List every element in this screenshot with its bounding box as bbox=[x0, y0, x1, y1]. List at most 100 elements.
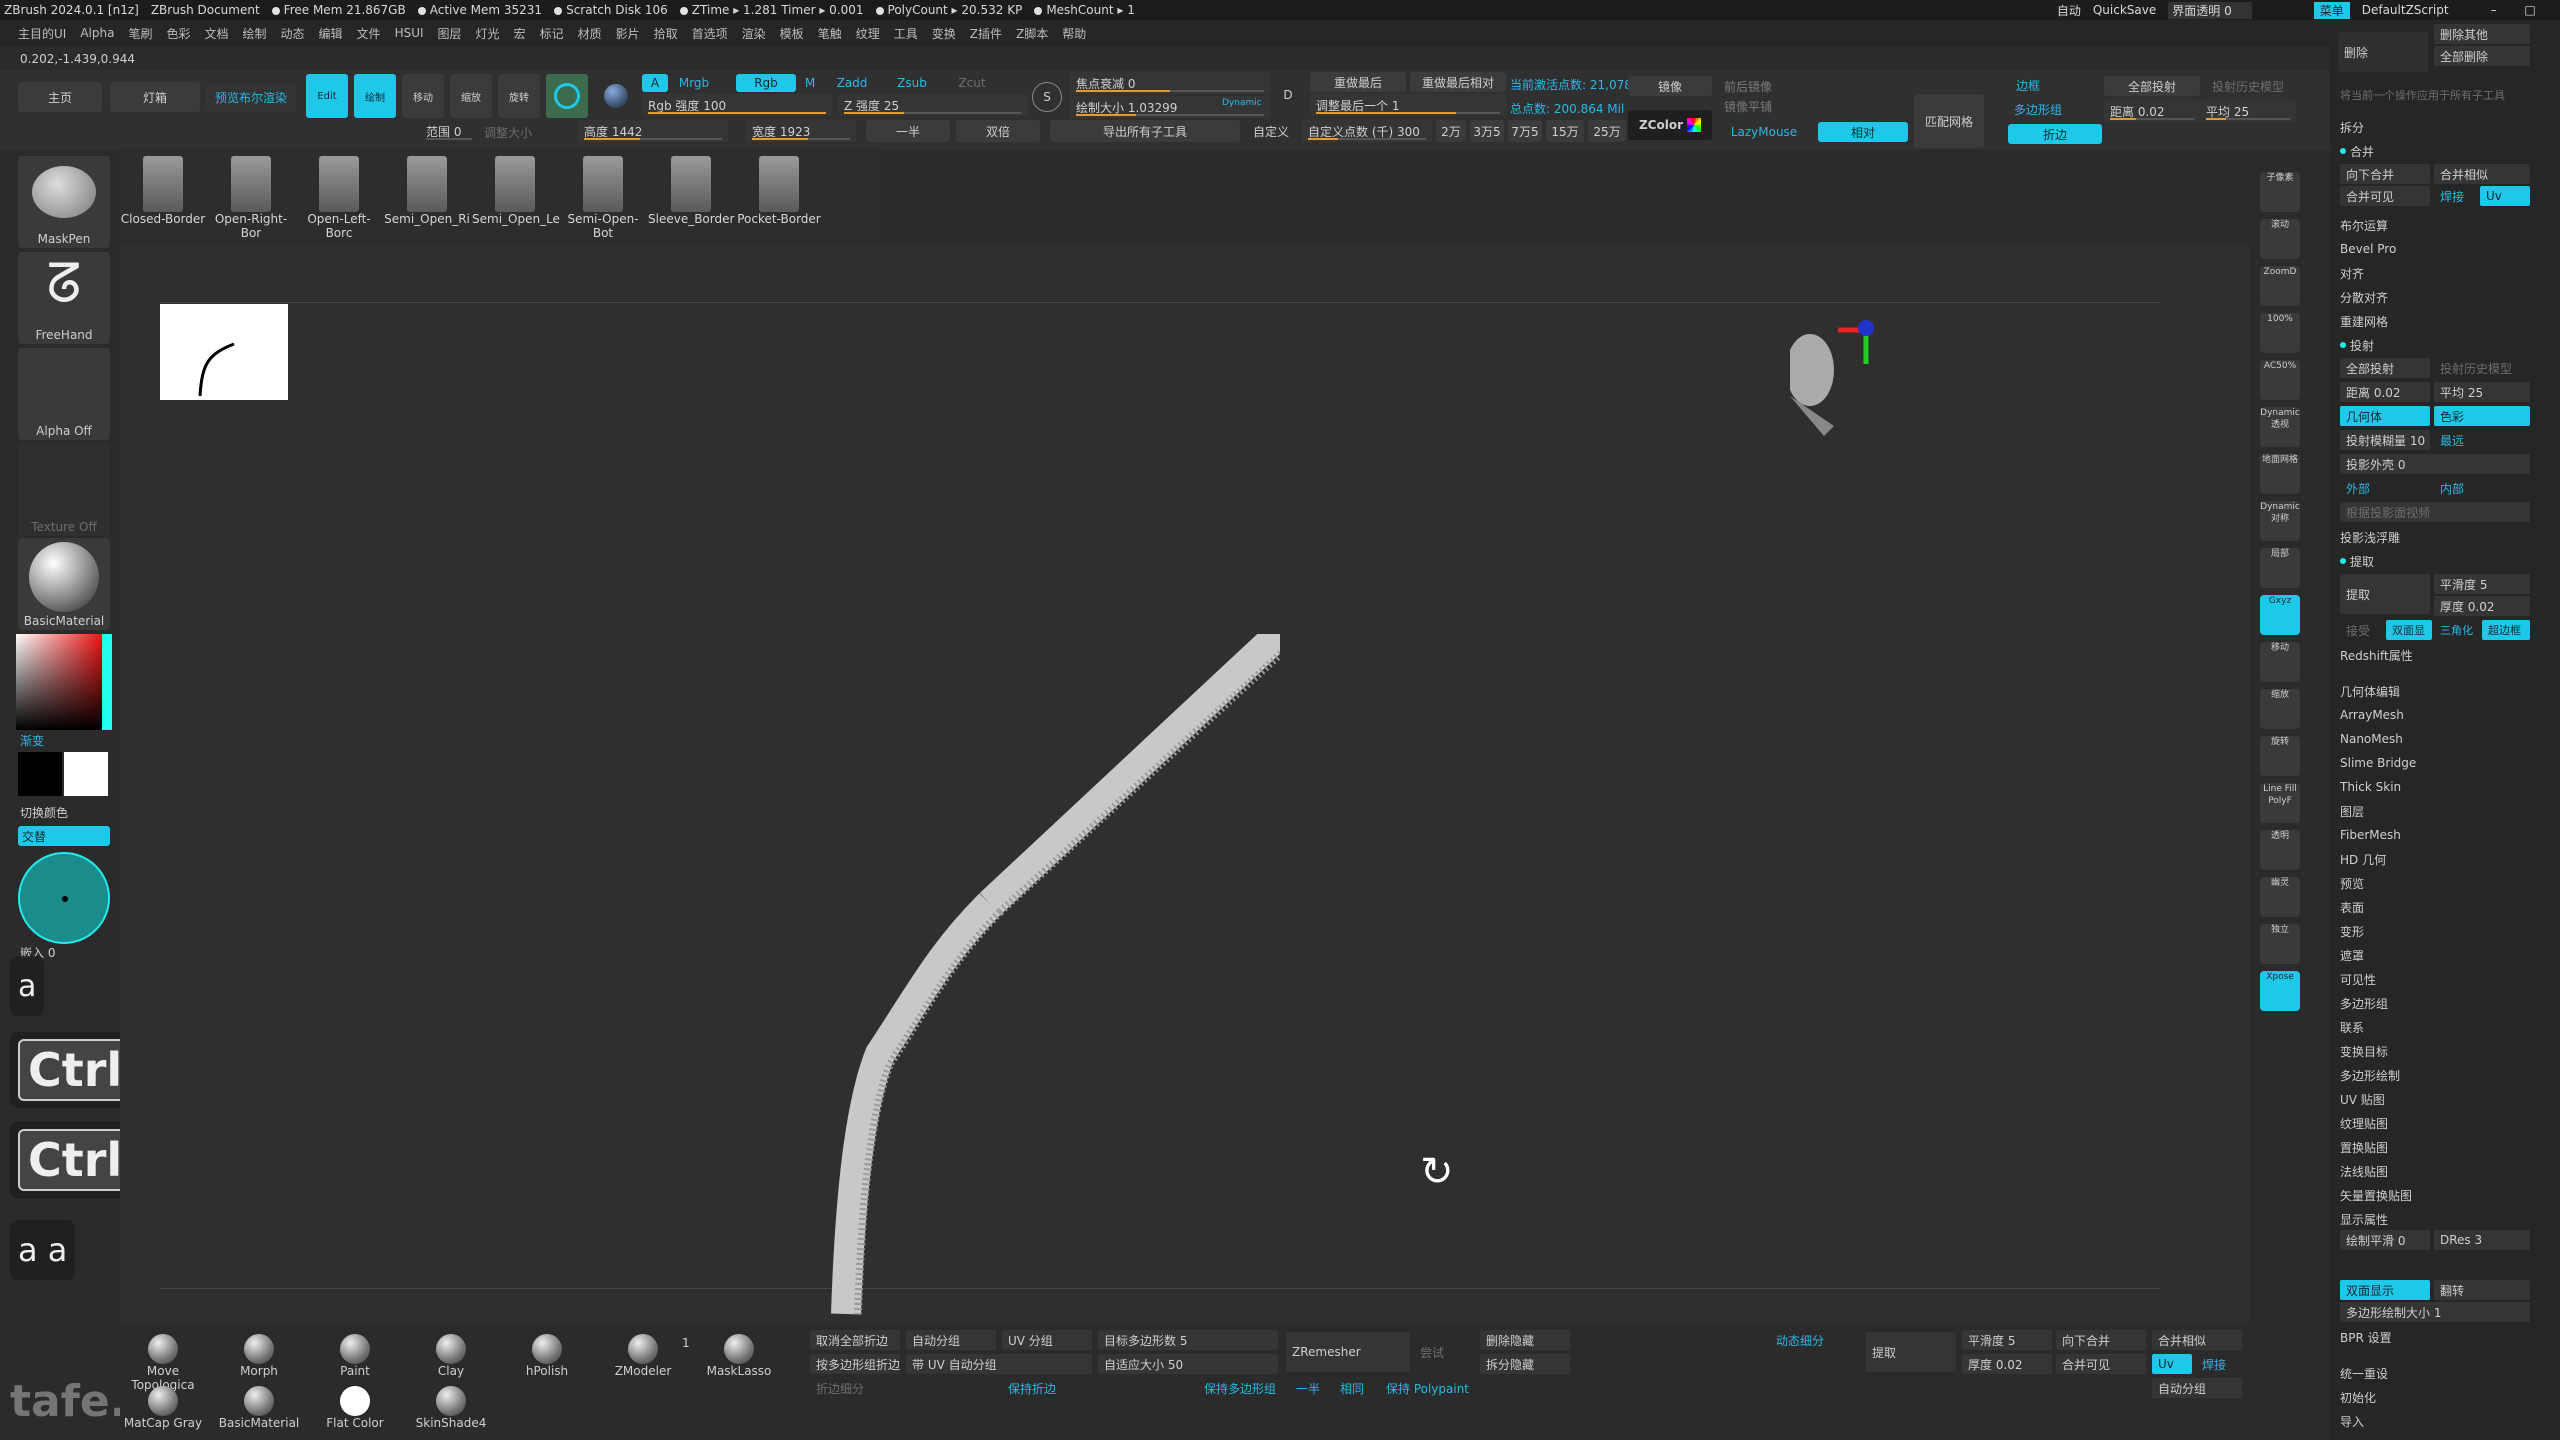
menu-item[interactable]: 材质 bbox=[578, 25, 602, 42]
rgb-intensity-slider[interactable]: Rgb 强度 100 bbox=[642, 94, 832, 116]
texture-map-menu[interactable]: 纹理贴图 bbox=[2340, 1112, 2388, 1134]
nav-button[interactable]: 移动 bbox=[2260, 642, 2300, 682]
lightbox-button[interactable]: 灯箱 bbox=[110, 82, 200, 112]
unify-menu[interactable]: 统一重设 bbox=[2340, 1362, 2388, 1384]
shelf-item-open-left[interactable]: Open-Left-Borc bbox=[296, 156, 382, 242]
distribute-menu[interactable]: 分散对齐 bbox=[2340, 286, 2388, 308]
nav-button[interactable]: 旋转 bbox=[2260, 736, 2300, 776]
quicksave-button[interactable]: QuickSave bbox=[2093, 3, 2156, 17]
a-button[interactable]: A bbox=[642, 74, 668, 92]
dynamic-label[interactable]: Dynamic bbox=[1222, 98, 1262, 108]
double-sided-button[interactable]: 双面显 bbox=[2386, 620, 2432, 640]
nav-button[interactable]: ZoomD bbox=[2260, 266, 2300, 306]
extract-button[interactable]: 提取 bbox=[1866, 1332, 1956, 1372]
shelf-item-closed-border[interactable]: Closed-Border bbox=[120, 156, 206, 242]
shelf-item-semi-open-right[interactable]: Semi_Open_Ri bbox=[384, 156, 470, 242]
menu-item[interactable]: Z插件 bbox=[970, 25, 1002, 42]
visibility-menu[interactable]: 可见性 bbox=[2340, 968, 2376, 990]
menu-item[interactable]: 笔刷 bbox=[128, 25, 152, 42]
zcolor-button[interactable]: ZColor bbox=[1628, 110, 1712, 140]
material-skinshade4[interactable]: SkinShade4 bbox=[408, 1386, 494, 1440]
menu-item[interactable]: 文档 bbox=[204, 25, 228, 42]
full-project-button[interactable]: 全部投射 bbox=[2104, 76, 2200, 96]
menu-item[interactable]: 编辑 bbox=[319, 25, 343, 42]
thick-skin-menu[interactable]: Thick Skin bbox=[2340, 776, 2401, 798]
nav-button[interactable]: 局部 bbox=[2260, 548, 2300, 588]
brush-zmodeler[interactable]: ZModeler bbox=[600, 1334, 686, 1394]
rotate-button[interactable]: 旋转 bbox=[498, 74, 540, 118]
polypaint-menu[interactable]: 多边形绘制 bbox=[2340, 1064, 2400, 1086]
points-15w-button[interactable]: 15万 bbox=[1546, 120, 1584, 142]
merge-down-button[interactable]: 向下合并 bbox=[2056, 1330, 2146, 1350]
material-matcap-gray[interactable]: MatCap Gray bbox=[120, 1386, 206, 1440]
brush-masklasso[interactable]: MaskLasso bbox=[696, 1334, 782, 1394]
split-menu[interactable]: 拆分 bbox=[2340, 116, 2364, 138]
color-button[interactable]: 色彩 bbox=[2434, 406, 2530, 426]
dres-slider[interactable]: DRes 3 bbox=[2434, 1230, 2530, 1250]
merge-similar-button[interactable]: 合并相似 bbox=[2152, 1330, 2242, 1350]
color-picker[interactable] bbox=[16, 634, 112, 730]
menu-item[interactable]: 图层 bbox=[438, 25, 462, 42]
distance-slider[interactable]: 距离 0.02 bbox=[2340, 382, 2430, 402]
menu-item[interactable]: 影片 bbox=[616, 25, 640, 42]
layers-menu[interactable]: 图层 bbox=[2340, 800, 2364, 822]
delete-others-button[interactable]: 删除其他 bbox=[2434, 24, 2530, 44]
import-menu[interactable]: 导入 bbox=[2340, 1410, 2364, 1432]
merge-down-button[interactable]: 向下合并 bbox=[2340, 164, 2430, 184]
same-button[interactable]: 相同 bbox=[1334, 1378, 1374, 1398]
flip-button[interactable]: 翻转 bbox=[2434, 1280, 2530, 1300]
normal-map-menu[interactable]: 法线贴图 bbox=[2340, 1160, 2388, 1182]
merge-similar-button[interactable]: 合并相似 bbox=[2434, 164, 2530, 184]
alternate-button[interactable]: 交替 bbox=[18, 826, 110, 846]
material-picker[interactable]: BasicMaterial bbox=[18, 538, 110, 630]
slime-bridge-menu[interactable]: Slime Bridge bbox=[2340, 752, 2416, 774]
geometry-button[interactable]: 几何体 bbox=[2340, 406, 2430, 426]
deformation-menu[interactable]: 变形 bbox=[2340, 920, 2364, 942]
outer-button[interactable]: 外部 bbox=[2340, 478, 2430, 498]
nav-button[interactable]: Gxyz bbox=[2260, 595, 2300, 635]
target-poly-slider[interactable]: 目标多边形数 5 bbox=[1098, 1330, 1278, 1350]
points-25w-button[interactable]: 25万 bbox=[1588, 120, 1626, 142]
inner-button[interactable]: 内部 bbox=[2434, 478, 2530, 498]
shelf-item-pocket-border[interactable]: Pocket-Border bbox=[736, 156, 822, 242]
lightsource-dial[interactable] bbox=[18, 852, 110, 944]
nav-button[interactable]: 地面网格 bbox=[2260, 454, 2300, 494]
primary-color-swatch[interactable] bbox=[18, 752, 62, 796]
zremesher-button[interactable]: ZRemesher bbox=[1286, 1332, 1410, 1372]
delete-all-button[interactable]: 全部删除 bbox=[2434, 46, 2530, 66]
extract-button[interactable]: 提取 bbox=[2340, 574, 2430, 614]
project-history-button[interactable]: 投射历史模型 bbox=[2434, 358, 2530, 378]
alpha-picker[interactable]: Alpha Off bbox=[18, 348, 110, 440]
nav-button[interactable]: 独立 bbox=[2260, 924, 2300, 964]
adjust-last-slider[interactable]: 调整最后一个 1 bbox=[1310, 94, 1506, 116]
menu-item[interactable]: 主目的UI bbox=[18, 25, 66, 42]
fibermesh-menu[interactable]: FiberMesh bbox=[2340, 824, 2401, 846]
brush-hpolish[interactable]: hPolish bbox=[504, 1334, 590, 1394]
polygroup-button[interactable]: 多边形组 bbox=[2008, 100, 2068, 118]
farthest-button[interactable]: 最远 bbox=[2434, 430, 2484, 450]
half-button[interactable]: 一半 bbox=[866, 120, 950, 142]
brush-clay[interactable]: Clay bbox=[408, 1334, 494, 1394]
points-2w-button[interactable]: 2万 bbox=[1436, 120, 1466, 142]
stroke-picker[interactable]: ᘔ FreeHand bbox=[18, 252, 110, 344]
nav-button[interactable]: 滚动 bbox=[2260, 219, 2300, 259]
shelf-item-semi-open-left[interactable]: Semi_Open_Le bbox=[472, 156, 560, 242]
smooth-slider[interactable]: 平滑度 5 bbox=[1962, 1330, 2052, 1350]
menu-item[interactable]: Alpha bbox=[80, 26, 114, 40]
merge-visible-button[interactable]: 合并可见 bbox=[2340, 186, 2430, 206]
menu-item[interactable]: 动态 bbox=[281, 25, 305, 42]
weld-button[interactable]: 焊接 bbox=[2434, 186, 2474, 206]
lazymouse-button[interactable]: LazyMouse bbox=[1722, 122, 1806, 142]
project-shallow-menu[interactable]: 投影浅浮雕 bbox=[2340, 526, 2400, 548]
smooth-slider[interactable]: 平滑度 5 bbox=[2434, 574, 2530, 594]
sphere-icon[interactable] bbox=[546, 74, 588, 118]
border-button[interactable]: 边框 bbox=[2008, 76, 2048, 94]
contact-menu[interactable]: 联系 bbox=[2340, 1016, 2364, 1038]
vector-disp-map-menu[interactable]: 矢量置换贴图 bbox=[2340, 1184, 2412, 1206]
width-slider[interactable]: 宽度 1923 bbox=[746, 120, 856, 142]
custom-button[interactable]: 自定义 bbox=[1244, 120, 1298, 142]
redo-last-button[interactable]: 重做最后 bbox=[1310, 72, 1406, 92]
edit-button[interactable]: Edit bbox=[306, 74, 348, 118]
extract-menu[interactable]: 提取 bbox=[2340, 550, 2374, 572]
points-75k-button[interactable]: 7万5 bbox=[1508, 120, 1542, 142]
